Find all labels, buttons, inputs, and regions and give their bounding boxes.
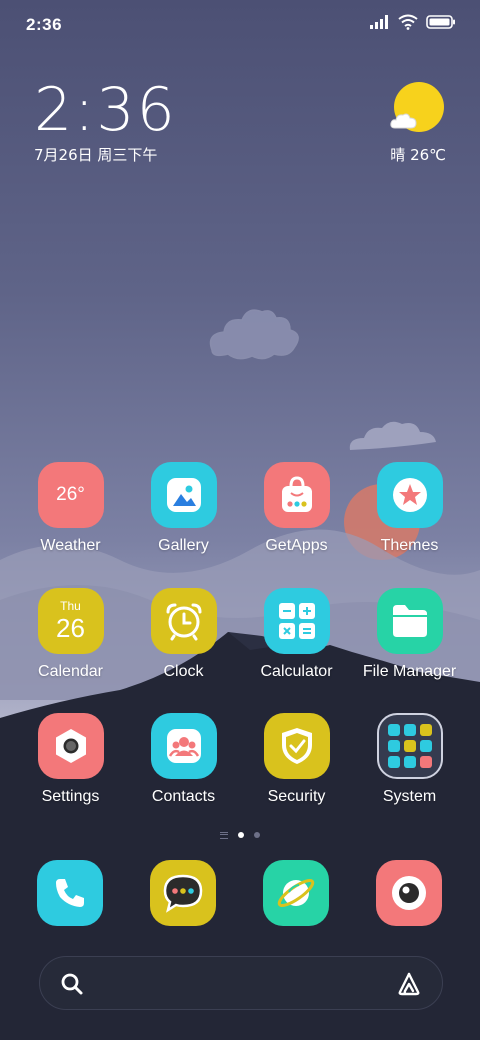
weather-icon-temp: 26°	[56, 484, 85, 505]
app-clock[interactable]: Clock	[127, 588, 240, 688]
status-bar: 2:36	[0, 0, 480, 50]
weather-icon: 26°	[37, 462, 104, 528]
app-weather[interactable]: 26° Weather	[14, 462, 127, 562]
app-themes[interactable]: Themes	[353, 462, 466, 562]
app-label: GetApps	[265, 537, 328, 554]
app-label: Gallery	[158, 537, 209, 554]
camera-icon	[392, 876, 426, 910]
folder-icon	[376, 588, 443, 654]
app-label: Contacts	[151, 788, 216, 805]
calculator-icon	[263, 588, 330, 654]
app-file-manager[interactable]: File Manager	[353, 588, 466, 688]
settings-icon	[37, 713, 104, 779]
widget-time: 2:36	[34, 75, 177, 145]
themes-icon	[376, 462, 443, 528]
app-label: Security	[267, 788, 326, 805]
alarm-clock-icon	[150, 588, 217, 654]
contacts-icon	[150, 713, 217, 779]
app-label: Clock	[163, 663, 204, 680]
messaging-icon	[163, 874, 203, 913]
search-icon	[61, 973, 83, 995]
wifi-icon	[398, 14, 418, 30]
app-label: Weather	[40, 537, 101, 554]
status-time: 2:36	[26, 15, 63, 34]
status-icons	[370, 14, 456, 30]
app-label: Settings	[41, 788, 100, 805]
cloud-icon	[390, 113, 417, 129]
gallery-icon	[150, 462, 217, 528]
app-getapps[interactable]: GetApps	[240, 462, 353, 562]
calendar-day-name: Thu	[60, 599, 81, 613]
app-calculator[interactable]: Calculator	[240, 588, 353, 688]
app-drawer-lines-icon	[220, 831, 228, 839]
dock-browser[interactable]	[263, 860, 329, 926]
calendar-icon: Thu 26	[37, 588, 104, 654]
security-shield-icon	[263, 713, 330, 779]
search-bar[interactable]	[39, 956, 443, 1010]
signal-icon	[370, 15, 388, 29]
page-dot-1[interactable]	[238, 832, 244, 838]
app-label: System	[382, 788, 437, 805]
app-label: Themes	[380, 537, 439, 554]
page-dot-2[interactable]	[254, 832, 260, 838]
widget-date: 7月26日 周三下午	[34, 146, 158, 164]
browser-icon	[277, 879, 315, 907]
clock-widget[interactable]: 2:36 7月26日 周三下午	[34, 78, 254, 168]
weather-widget[interactable]: 晴 26℃	[376, 82, 446, 168]
system-folder-icon	[376, 713, 443, 779]
app-contacts[interactable]: Contacts	[127, 713, 240, 813]
phone-icon	[56, 879, 84, 907]
app-label: Calendar	[38, 663, 103, 680]
dock-phone[interactable]	[37, 860, 103, 926]
app-label: Calculator	[260, 663, 333, 680]
weather-condition-temp: 晴 26℃	[390, 146, 446, 164]
dock-camera[interactable]	[376, 860, 442, 926]
app-settings[interactable]: Settings	[14, 713, 127, 813]
app-gallery[interactable]: Gallery	[127, 462, 240, 562]
page-indicator[interactable]	[0, 828, 480, 842]
getapps-icon	[263, 462, 330, 528]
app-security[interactable]: Security	[240, 713, 353, 813]
app-calendar[interactable]: Thu 26 Calendar	[14, 588, 127, 688]
app-label: File Manager	[362, 663, 457, 680]
battery-icon	[426, 15, 455, 29]
assistant-icon[interactable]	[396, 971, 422, 997]
dock-messaging[interactable]	[150, 860, 216, 926]
app-system-folder[interactable]: System	[353, 713, 466, 813]
calendar-day-num: 26	[56, 613, 85, 643]
